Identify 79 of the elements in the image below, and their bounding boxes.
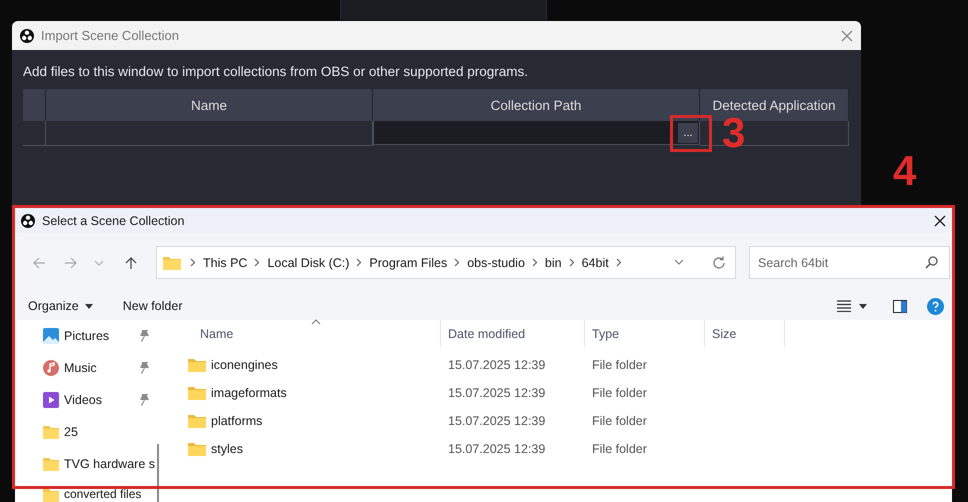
folder-icon bbox=[43, 486, 59, 502]
back-arrow-icon bbox=[32, 256, 46, 270]
folder-icon bbox=[188, 413, 206, 429]
chevron-icon bbox=[568, 258, 575, 267]
annotation-box bbox=[670, 115, 712, 152]
date-modified: 15.07.2025 12:39 bbox=[448, 386, 546, 400]
date-modified: 15.07.2025 12:39 bbox=[448, 414, 546, 428]
video-icon bbox=[43, 392, 59, 408]
path-field[interactable]: ... bbox=[373, 121, 700, 145]
forward-arrow-icon bbox=[64, 256, 78, 270]
picture-icon bbox=[43, 328, 59, 344]
view-options-button[interactable] bbox=[837, 300, 867, 312]
folder-icon bbox=[188, 357, 206, 373]
chevron-icon bbox=[532, 258, 538, 267]
help-button[interactable] bbox=[927, 298, 944, 314]
breadcrumb-item[interactable]: Program Files bbox=[369, 256, 448, 270]
file-name[interactable]: iconengines bbox=[211, 358, 278, 372]
caret-icon bbox=[859, 304, 867, 308]
column-header[interactable]: Date modified bbox=[441, 320, 585, 347]
window-title: Select a Scene Collection bbox=[42, 214, 184, 228]
file-type: File folder bbox=[592, 386, 647, 400]
sidebar-item[interactable]: converted files bbox=[15, 488, 165, 501]
new-folder-button[interactable]: New folder bbox=[122, 297, 182, 315]
file-type: File folder bbox=[592, 414, 647, 428]
column-header[interactable]: Name bbox=[165, 320, 441, 347]
table-cell bbox=[23, 121, 46, 146]
column-header[interactable]: Size bbox=[705, 320, 785, 347]
list-view-icon bbox=[837, 300, 851, 312]
address-bar[interactable]: This PC Local Disk (C:) Program Files obs-studio bin 64bit bbox=[156, 246, 736, 279]
file-name[interactable]: imageformats bbox=[211, 386, 287, 400]
breadcrumb-item[interactable]: Local Disk (C:) bbox=[267, 256, 350, 270]
folder-icon bbox=[188, 441, 206, 457]
refresh-icon[interactable] bbox=[711, 254, 727, 270]
breadcrumb-item[interactable]: obs-studio bbox=[467, 256, 525, 270]
sidebar-item[interactable]: Videos bbox=[15, 384, 165, 416]
folder-icon bbox=[43, 424, 59, 440]
breadcrumb-item[interactable]: 64bit bbox=[582, 256, 609, 270]
chevron-icon bbox=[190, 258, 196, 267]
close-icon[interactable] bbox=[934, 214, 946, 226]
date-modified: 15.07.2025 12:39 bbox=[448, 442, 546, 456]
organize-button[interactable]: Organize bbox=[28, 297, 93, 315]
column-header[interactable]: Type bbox=[585, 320, 705, 347]
chevron-icon bbox=[356, 258, 362, 267]
preview-pane-button[interactable] bbox=[893, 300, 907, 312]
browse-button[interactable]: ... bbox=[678, 122, 698, 142]
dropdown-caret-icon[interactable] bbox=[674, 259, 684, 266]
help-icon bbox=[927, 298, 944, 314]
folder-icon bbox=[188, 385, 206, 401]
pane-icon bbox=[893, 300, 907, 312]
file-type: File folder bbox=[592, 442, 647, 456]
window-title: Import Scene Collection bbox=[41, 28, 180, 43]
column-header: Name bbox=[46, 89, 373, 121]
sidebar-item[interactable]: TVG hardware s bbox=[15, 448, 165, 480]
sidebar-item[interactable]: Pictures bbox=[15, 320, 165, 352]
folder-icon bbox=[43, 456, 59, 472]
scrollbar[interactable] bbox=[157, 444, 159, 502]
caret-icon bbox=[84, 304, 93, 308]
annotation-number: 4 bbox=[893, 150, 916, 192]
up-arrow-icon bbox=[124, 256, 138, 270]
column-header: Collection Path bbox=[373, 89, 700, 121]
date-modified: 15.07.2025 12:39 bbox=[448, 358, 546, 372]
app-logo-icon bbox=[21, 214, 35, 228]
sidebar-item[interactable]: Music bbox=[15, 352, 165, 384]
table-header bbox=[23, 89, 46, 121]
file-name[interactable]: styles bbox=[211, 442, 243, 456]
app-logo-icon bbox=[20, 28, 34, 42]
music-note-icon bbox=[43, 360, 59, 376]
chevron-icon bbox=[616, 258, 622, 267]
breadcrumb-item[interactable]: bin bbox=[544, 256, 562, 270]
folder-icon bbox=[163, 254, 183, 270]
chevron-icon bbox=[454, 258, 460, 267]
chevron-icon bbox=[254, 258, 260, 267]
file-type: File folder bbox=[592, 358, 647, 372]
search-icon bbox=[925, 256, 938, 269]
file-name[interactable]: platforms bbox=[211, 414, 262, 428]
search-field[interactable]: Search 64bit bbox=[749, 246, 950, 279]
sidebar-item[interactable]: 25 bbox=[15, 416, 165, 448]
breadcrumb-item[interactable]: This PC bbox=[203, 256, 248, 270]
instruction-text: Add files to this window to import collections from OBS or other supported programs. bbox=[23, 64, 528, 79]
